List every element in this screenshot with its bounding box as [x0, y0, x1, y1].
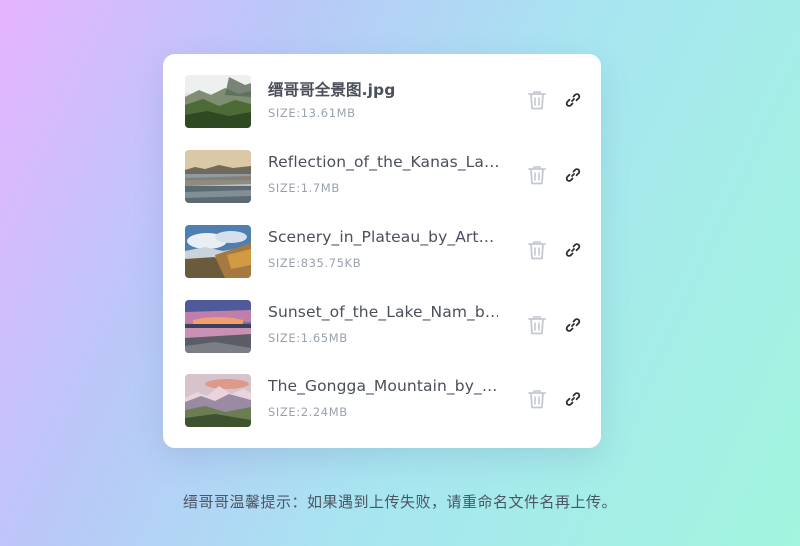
- delete-button[interactable]: [525, 88, 549, 112]
- file-list-item: Reflection_of_the_Kanas_La… SIZE:1.7MB: [163, 150, 601, 225]
- file-name: Scenery_in_Plateau_by_Art…: [268, 228, 495, 246]
- file-name: The_Gongga_Mountain_by_…: [268, 377, 498, 395]
- delete-button[interactable]: [525, 313, 549, 337]
- delete-button[interactable]: [525, 163, 549, 187]
- trash-icon: [528, 166, 546, 185]
- link-icon: [565, 318, 581, 332]
- copy-link-button[interactable]: [561, 387, 585, 411]
- file-name: Reflection_of_the_Kanas_La…: [268, 153, 498, 171]
- file-list-item: Sunset_of_the_Lake_Nam_b… SIZE:1.65MB: [163, 300, 601, 375]
- trash-icon: [528, 91, 546, 110]
- delete-button[interactable]: [525, 387, 549, 411]
- link-icon: [565, 93, 581, 107]
- file-size: SIZE:1.7MB: [268, 181, 340, 195]
- link-icon: [565, 168, 581, 182]
- image-thumbnail[interactable]: [185, 75, 251, 128]
- file-size: SIZE:13.61MB: [268, 106, 356, 120]
- file-list-item: 缙哥哥全景图.jpg SIZE:13.61MB: [163, 75, 601, 150]
- link-icon: [565, 243, 581, 257]
- file-size: SIZE:2.24MB: [268, 405, 348, 419]
- image-thumbnail[interactable]: [185, 300, 251, 353]
- image-thumbnail[interactable]: [185, 374, 251, 427]
- file-name: 缙哥哥全景图.jpg: [268, 81, 396, 99]
- file-list-item: Scenery_in_Plateau_by_Art… SIZE:835.75KB: [163, 225, 601, 300]
- delete-button[interactable]: [525, 238, 549, 262]
- file-list-card: 缙哥哥全景图.jpg SIZE:13.61MB Reflection_of_th…: [163, 54, 601, 448]
- trash-icon: [528, 241, 546, 260]
- file-size: SIZE:1.65MB: [268, 331, 348, 345]
- copy-link-button[interactable]: [561, 163, 585, 187]
- copy-link-button[interactable]: [561, 88, 585, 112]
- trash-icon: [528, 316, 546, 335]
- image-thumbnail[interactable]: [185, 225, 251, 278]
- trash-icon: [528, 390, 546, 409]
- image-thumbnail[interactable]: [185, 150, 251, 203]
- upload-hint: 缙哥哥温馨提示：如果遇到上传失败，请重命名文件名再上传。: [182, 493, 617, 511]
- file-size: SIZE:835.75KB: [268, 256, 362, 270]
- file-name: Sunset_of_the_Lake_Nam_b…: [268, 303, 498, 321]
- copy-link-button[interactable]: [561, 238, 585, 262]
- file-list-item: The_Gongga_Mountain_by_… SIZE:2.24MB: [163, 374, 601, 449]
- copy-link-button[interactable]: [561, 313, 585, 337]
- link-icon: [565, 392, 581, 406]
